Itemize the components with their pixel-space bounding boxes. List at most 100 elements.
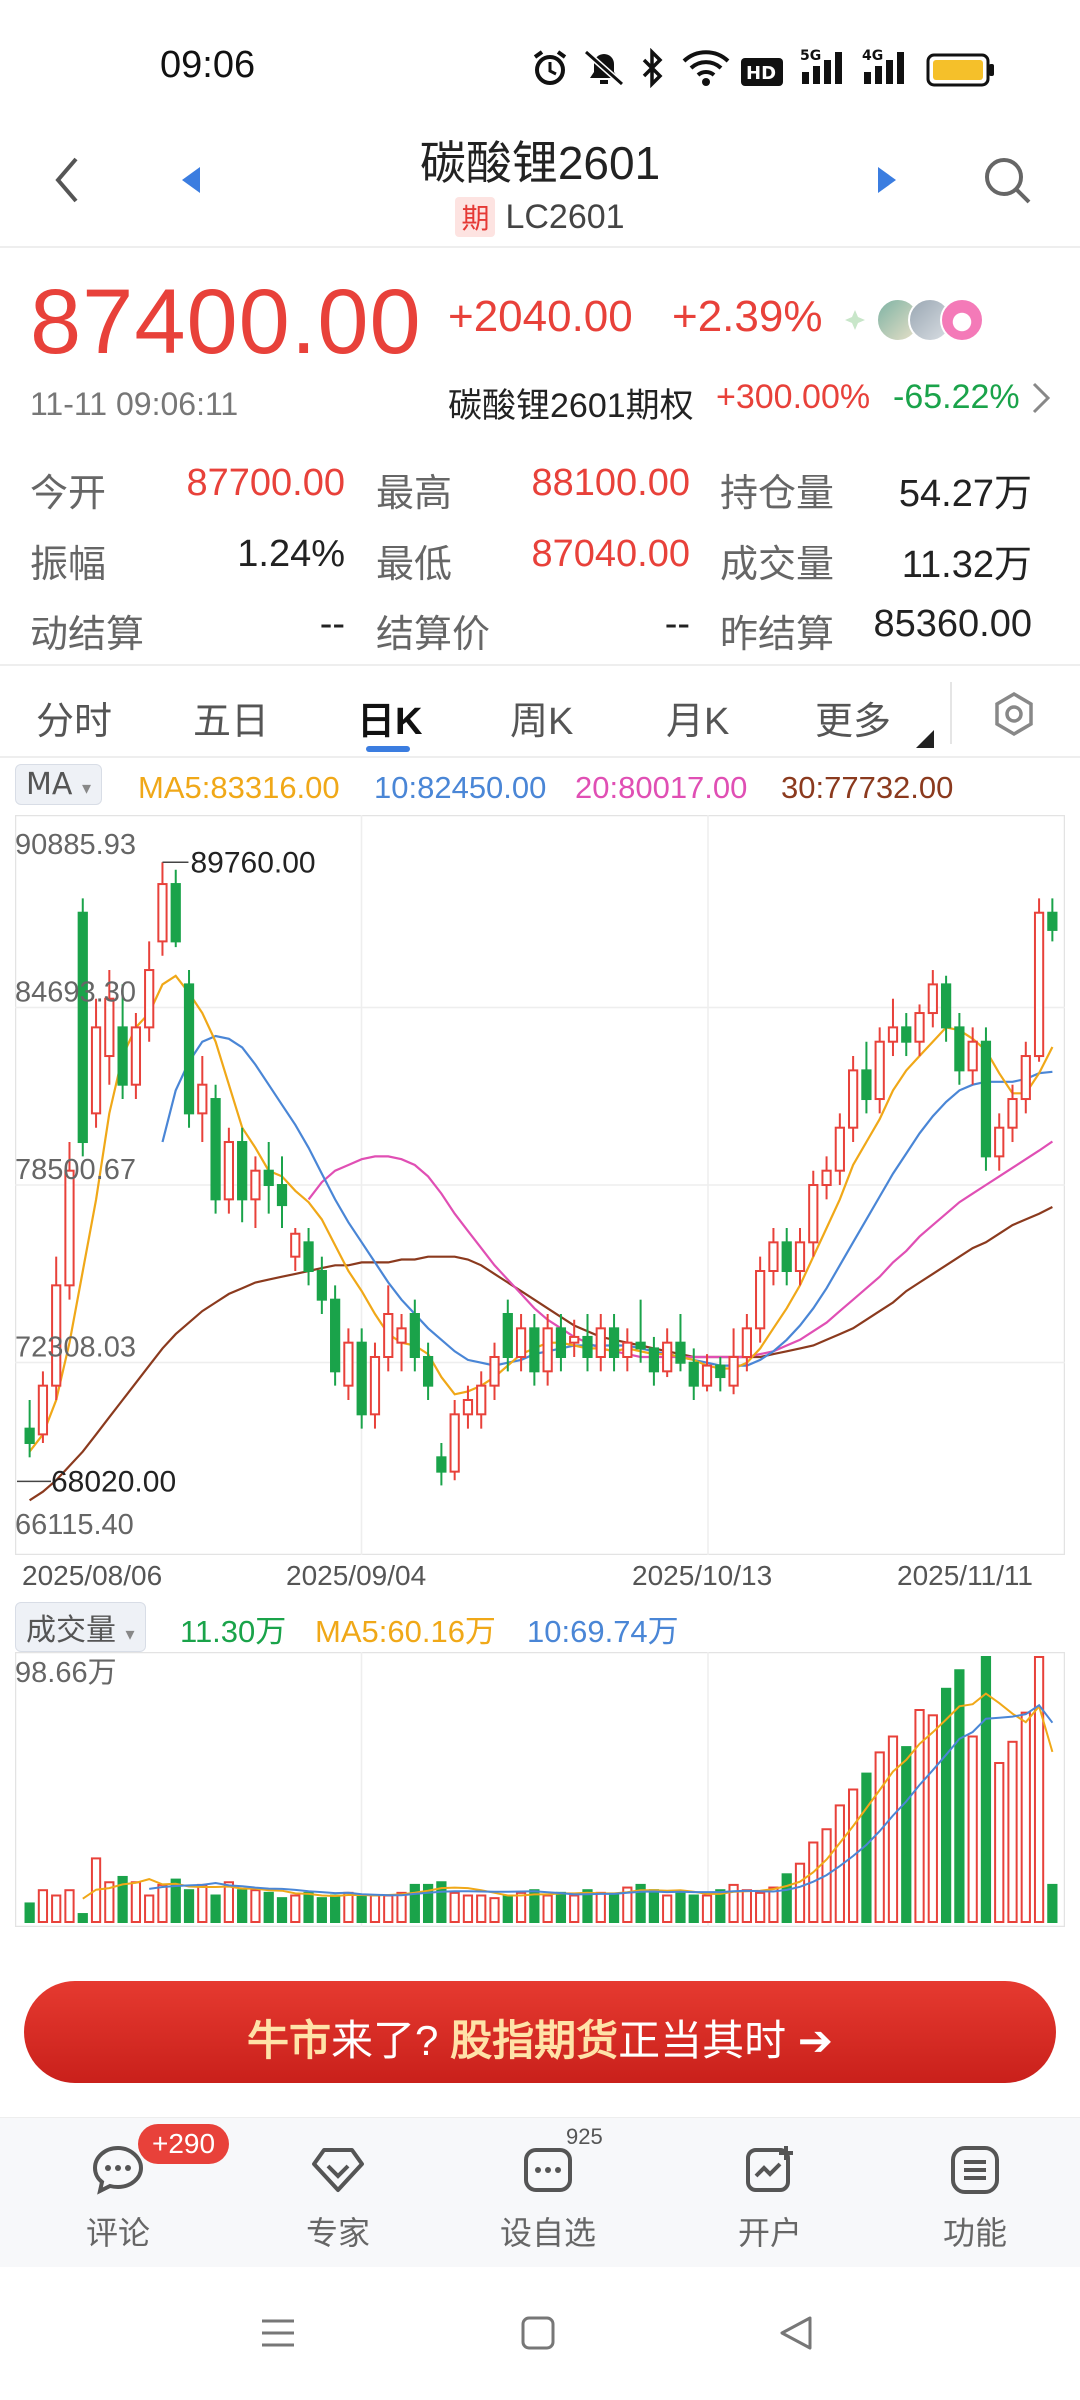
ma10-line [161, 1034, 1053, 1367]
candle-body [994, 1126, 1005, 1158]
next-contract-icon[interactable] [874, 165, 900, 195]
y-tick-label: 90885.93 [15, 829, 136, 861]
volume-bar [1033, 1656, 1045, 1923]
candle-body [1007, 1098, 1018, 1129]
volume-bar [927, 1714, 938, 1923]
volume-bar [396, 1891, 407, 1924]
toolbar-expert[interactable]: 专家 [268, 2118, 408, 2268]
candle-body [330, 1298, 341, 1373]
volume-bar [715, 1889, 726, 1923]
toolbar-functions[interactable]: 功能 [905, 2118, 1045, 2268]
option-change-up: +300.00% [716, 378, 871, 416]
candle-body [701, 1364, 713, 1387]
candle-body [662, 1341, 673, 1373]
stat-label: 最高 [376, 473, 453, 515]
volume-bar [210, 1894, 221, 1923]
tab-more[interactable]: 更多 [815, 690, 891, 745]
favorite-add-icon [524, 2148, 572, 2192]
candle-body [263, 1169, 274, 1187]
svg-text:HD: HD [746, 63, 776, 84]
volume-bar [874, 1751, 885, 1924]
last-price: 87400.00 [30, 271, 422, 373]
status-bar: 09:06 HD 5G 4G [0, 0, 1080, 130]
volume-bar [449, 1891, 460, 1924]
promo-text-3: 股指期货 [450, 2017, 619, 2064]
candle-body [515, 1327, 527, 1358]
volume-chart[interactable]: 98.66万 [15, 1652, 1065, 1927]
volume-bar [51, 1894, 62, 1923]
volume-indicator-selector[interactable]: 成交量 ▾ [15, 1602, 146, 1652]
candlestick-chart[interactable]: 90885.93 84693.30 78500.67 72308.03 66115.40… [15, 815, 1065, 1555]
tab-five-day[interactable]: 五日 [193, 690, 269, 745]
tab-intraday[interactable]: 分时 [36, 690, 112, 745]
volume-bar [462, 1894, 474, 1923]
promo-text-1: 牛市 [247, 2017, 332, 2064]
candle-body [980, 1040, 992, 1158]
option-link[interactable]: 碳酸锂2601期权 [448, 378, 694, 427]
open-account-icon [746, 2146, 793, 2192]
avatar[interactable] [940, 298, 984, 342]
stat-label: 最低 [376, 544, 453, 586]
alarm-icon [533, 50, 567, 85]
candle-body [582, 1335, 593, 1358]
stat-value: 1.24% [237, 533, 345, 575]
candle-body [954, 1026, 965, 1072]
candle-body [316, 1270, 327, 1301]
bluetooth-icon [642, 48, 663, 88]
tab-monthly-k[interactable]: 月K [666, 690, 729, 745]
candle-body [622, 1341, 633, 1358]
volume-bar [343, 1891, 354, 1924]
search-icon[interactable] [982, 155, 1034, 207]
ma5-value: MA5:83316.00 [138, 770, 340, 805]
indicator-selector[interactable]: MA ▾ [15, 764, 102, 805]
stat-label: 振幅 [30, 544, 107, 586]
candle-body [24, 1427, 35, 1444]
status-clock: 09:06 [160, 44, 256, 86]
toolbar-open-account[interactable]: 开户 [700, 2118, 840, 2268]
volume-bar [476, 1894, 487, 1923]
comment-count-badge: +290 [138, 2124, 230, 2164]
candle-body [210, 1098, 221, 1201]
candle-body [250, 1169, 261, 1201]
candle-body [197, 1083, 208, 1115]
contract-code: 期 LC2601 [0, 197, 1080, 237]
indicator-selector-label: MA [26, 767, 73, 802]
volume-bar [502, 1894, 513, 1923]
volume-bar [755, 1891, 766, 1924]
chevron-down-icon: ▾ [81, 778, 91, 799]
wifi-icon [682, 50, 730, 86]
stat-label: 今开 [30, 473, 107, 515]
volume-bar [157, 1883, 168, 1923]
candle-body [1047, 911, 1058, 931]
tab-daily-k[interactable]: 日K [357, 690, 422, 745]
home-icon[interactable] [518, 2313, 558, 2353]
ma5-line [28, 974, 1054, 1453]
chevron-right-icon[interactable] [1030, 380, 1052, 416]
candle-body [117, 1026, 128, 1086]
back-nav-icon[interactable] [776, 2313, 816, 2353]
volume-bar [64, 1889, 75, 1923]
divider [0, 246, 1080, 248]
candle-body [170, 883, 181, 943]
x-tick-label: 2025/11/11 [897, 1560, 1033, 1591]
promo-banner[interactable]: 牛市来了? 股指期货正当其时 ➔ [24, 1981, 1056, 2083]
price-change: +2040.00 [448, 292, 633, 341]
candle-body [183, 983, 195, 1115]
candle-body [834, 1126, 845, 1172]
candle-body [37, 1384, 49, 1436]
candle-body [914, 1012, 925, 1043]
tab-weekly-k[interactable]: 周K [510, 690, 573, 745]
candle-body [595, 1327, 606, 1358]
volume-bar [130, 1881, 142, 1923]
settings-icon[interactable] [990, 690, 1038, 738]
y-tick-label: 78500.67 [15, 1154, 136, 1186]
candle-body [144, 969, 155, 1029]
candle-body [90, 1026, 102, 1115]
volume-bar [994, 1762, 1005, 1923]
dropdown-corner-icon [916, 730, 934, 748]
candle-body [569, 1335, 580, 1344]
candle-body [675, 1341, 686, 1364]
recent-apps-icon[interactable] [258, 2313, 298, 2353]
volume-selector-label: 成交量 [26, 1613, 116, 1648]
watchlist-count: 925 [566, 2124, 603, 2149]
